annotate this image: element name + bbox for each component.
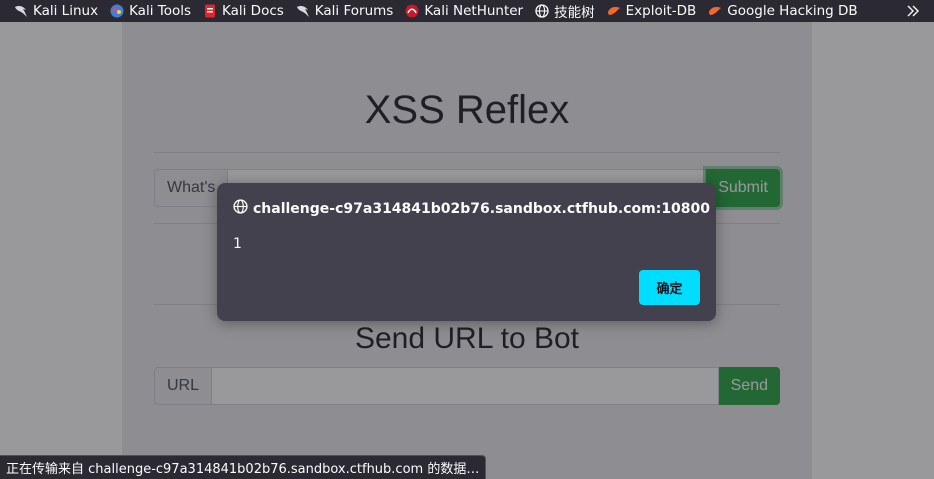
bookmark-google-hacking-db[interactable]: Google Hacking DB [708, 0, 858, 22]
exploit-db-icon [607, 4, 621, 18]
kali-docs-icon [203, 4, 217, 18]
dialog-origin-text: challenge-c97a314841b02b76.sandbox.ctfhu… [253, 200, 711, 217]
bookmarks-toolbar: Kali Linux Kali Tools Kali Docs Kali For… [0, 0, 934, 22]
exploit-db-icon [708, 4, 722, 18]
status-bar: 正在传输来自 challenge-c97a314841b02b76.sandbo… [0, 455, 487, 479]
bookmark-kali-tools[interactable]: Kali Tools [110, 0, 191, 22]
bookmark-kali-docs[interactable]: Kali Docs [203, 0, 284, 22]
dialog-message: 1 [233, 236, 242, 252]
kali-dragon-icon [296, 4, 310, 18]
bookmark-kali-linux[interactable]: Kali Linux [14, 0, 98, 22]
bookmark-kali-nethunter[interactable]: Kali NetHunter [405, 0, 523, 22]
bookmark-exploit-db[interactable]: Exploit-DB [607, 0, 696, 22]
dialog-origin: challenge-c97a314841b02b76.sandbox.ctfhu… [233, 199, 710, 218]
globe-icon [233, 199, 248, 218]
more-bookmarks-icon[interactable] [906, 0, 920, 22]
ok-button[interactable]: 确定 [639, 270, 700, 305]
alert-dialog: challenge-c97a314841b02b76.sandbox.ctfhu… [217, 183, 716, 321]
nethunter-icon [405, 4, 419, 18]
globe-icon [535, 4, 549, 18]
kali-tools-icon [110, 4, 124, 18]
kali-dragon-icon [14, 4, 28, 18]
bookmark-skill-tree[interactable]: 技能树 [535, 0, 595, 22]
bookmark-kali-forums[interactable]: Kali Forums [296, 0, 393, 22]
